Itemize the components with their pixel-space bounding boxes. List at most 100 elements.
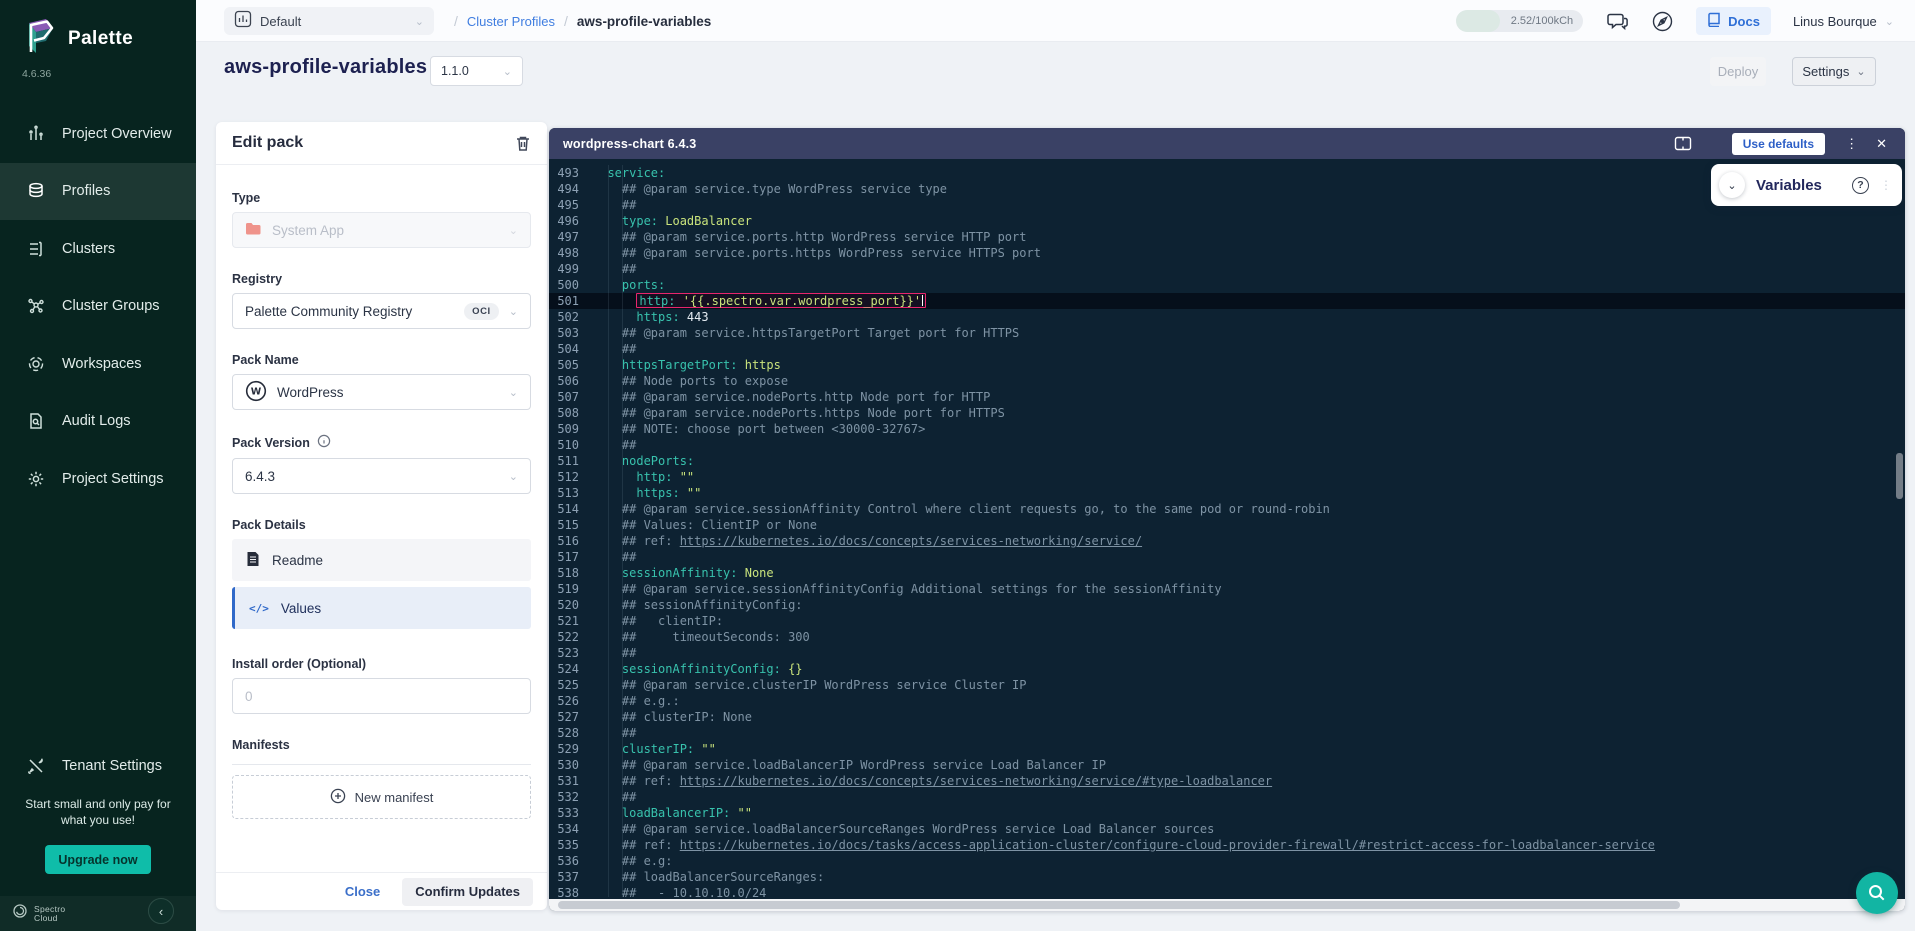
tab-values[interactable]: </> Values: [232, 587, 531, 629]
code-line[interactable]: 535 ## ref: https://kubernetes.io/docs/t…: [549, 837, 1905, 853]
code-line[interactable]: 513 https: "": [549, 485, 1905, 501]
deploy-button[interactable]: Deploy: [1710, 57, 1766, 86]
code-line[interactable]: 494 ## @param service.type WordPress ser…: [549, 181, 1905, 197]
sidebar-item-workspaces[interactable]: Workspaces: [0, 335, 196, 393]
code-line[interactable]: 514 ## @param service.sessionAffinity Co…: [549, 501, 1905, 517]
help-search-fab[interactable]: [1856, 872, 1898, 914]
split-view-icon[interactable]: [1674, 136, 1692, 151]
code-line[interactable]: 508 ## @param service.nodePorts.https No…: [549, 405, 1905, 421]
sidebar-collapse-button[interactable]: ‹: [148, 898, 174, 924]
sidebar-item-profiles[interactable]: Profiles: [0, 163, 196, 221]
compass-icon[interactable]: [1651, 10, 1674, 33]
code-line[interactable]: 528 ##: [549, 725, 1905, 741]
code-line[interactable]: 503 ## @param service.httpsTargetPort Ta…: [549, 325, 1905, 341]
code-line[interactable]: 511 nodePorts:: [549, 453, 1905, 469]
code-line[interactable]: 518 sessionAffinity: None: [549, 565, 1905, 581]
code-line[interactable]: 505 httpsTargetPort: https: [549, 357, 1905, 373]
docs-button[interactable]: Docs: [1696, 7, 1771, 35]
code-line[interactable]: 530 ## @param service.loadBalancerIP Wor…: [549, 757, 1905, 773]
install-order-label: Install order (Optional): [232, 657, 531, 671]
code-line[interactable]: 501 http: '{{.spectro.var.wordpress_port…: [549, 293, 1905, 309]
code-line[interactable]: 527 ## clusterIP: None: [549, 709, 1905, 725]
info-icon[interactable]: [317, 434, 331, 451]
code-line[interactable]: 515 ## Values: ClientIP or None: [549, 517, 1905, 533]
code-line[interactable]: 517 ##: [549, 549, 1905, 565]
vertical-scrollbar[interactable]: [1896, 453, 1903, 499]
horizontal-scrollbar-thumb[interactable]: [558, 901, 1680, 909]
code-line[interactable]: 507 ## @param service.nodePorts.http Nod…: [549, 389, 1905, 405]
pack-name-select[interactable]: W WordPress ⌄: [232, 374, 531, 410]
variables-kebab-menu-icon[interactable]: ⋮: [1880, 181, 1892, 190]
sidebar-item-tenant-settings[interactable]: Tenant Settings: [0, 744, 196, 788]
code-line[interactable]: 495 ##: [549, 197, 1905, 213]
code-line[interactable]: 532 ##: [549, 789, 1905, 805]
code-line[interactable]: 504 ##: [549, 341, 1905, 357]
code-line[interactable]: 523 ##: [549, 645, 1905, 661]
tab-readme[interactable]: Readme: [232, 539, 531, 581]
line-number: 497: [549, 229, 593, 245]
upgrade-button[interactable]: Upgrade now: [45, 845, 151, 874]
code-line[interactable]: 534 ## @param service.loadBalancerSource…: [549, 821, 1905, 837]
oci-badge: OCI: [464, 303, 499, 320]
code-line[interactable]: 497 ## @param service.ports.http WordPre…: [549, 229, 1905, 245]
tools-icon: [26, 756, 46, 776]
code-line[interactable]: 529 clusterIP: "": [549, 741, 1905, 757]
line-number: 515: [549, 517, 593, 533]
profile-version-select[interactable]: 1.1.0 ⌄: [430, 56, 523, 86]
use-defaults-button[interactable]: Use defaults: [1732, 133, 1825, 155]
settings-button[interactable]: Settings ⌄: [1792, 57, 1876, 86]
code-line[interactable]: 538 ## - 10.10.10.0/24: [549, 885, 1905, 899]
editor-kebab-menu-icon[interactable]: ⋮: [1839, 139, 1864, 149]
code-line[interactable]: 521 ## clientIP:: [549, 613, 1905, 629]
breadcrumb-cluster-profiles[interactable]: Cluster Profiles: [467, 14, 555, 29]
code-line[interactable]: 500 ports:: [549, 277, 1905, 293]
code-line[interactable]: 525 ## @param service.clusterIP WordPres…: [549, 677, 1905, 693]
sidebar-item-project-settings[interactable]: Project Settings: [0, 450, 196, 508]
line-number: 514: [549, 501, 593, 517]
code-line[interactable]: 537 ## loadBalancerSourceRanges:: [549, 869, 1905, 885]
feedback-chat-icon[interactable]: [1605, 10, 1629, 32]
install-order-input[interactable]: [232, 678, 531, 714]
code-line[interactable]: 493 service:: [549, 165, 1905, 181]
delete-pack-button[interactable]: [515, 135, 531, 152]
code-line[interactable]: 536 ## e.g:: [549, 853, 1905, 869]
code-line[interactable]: 499 ##: [549, 261, 1905, 277]
sidebar-item-project-overview[interactable]: Project Overview: [0, 105, 196, 163]
sidebar-item-audit-logs[interactable]: Audit Logs: [0, 393, 196, 451]
code-line[interactable]: 520 ## sessionAffinityConfig:: [549, 597, 1905, 613]
line-number: 524: [549, 661, 593, 677]
code-line[interactable]: 510 ##: [549, 437, 1905, 453]
code-line[interactable]: 522 ## timeoutSeconds: 300: [549, 629, 1905, 645]
registry-select[interactable]: Palette Community Registry OCI ⌄: [232, 293, 531, 329]
code-line[interactable]: 533 loadBalancerIP: "": [549, 805, 1905, 821]
code-editor[interactable]: 493 service:494 ## @param service.type W…: [549, 159, 1905, 899]
pack-details-label: Pack Details: [232, 518, 531, 532]
user-menu[interactable]: Linus Bourque ⌄: [1793, 14, 1894, 29]
sidebar-item-cluster-groups[interactable]: Cluster Groups: [0, 278, 196, 336]
line-number: 532: [549, 789, 593, 805]
code-line[interactable]: 531 ## ref: https://kubernetes.io/docs/c…: [549, 773, 1905, 789]
code-line[interactable]: 496 type: LoadBalancer: [549, 213, 1905, 229]
code-line[interactable]: 512 http: "": [549, 469, 1905, 485]
editor-close-icon[interactable]: ✕: [1872, 136, 1891, 152]
variables-help-icon[interactable]: ?: [1852, 177, 1869, 194]
new-manifest-button[interactable]: New manifest: [232, 775, 531, 819]
horizontal-scrollbar-track[interactable]: [549, 899, 1905, 911]
code-line[interactable]: 509 ## NOTE: choose port between <30000-…: [549, 421, 1905, 437]
line-number: 537: [549, 869, 593, 885]
pack-version-select[interactable]: 6.4.3 ⌄: [232, 458, 531, 494]
code-line[interactable]: 498 ## @param service.ports.https WordPr…: [549, 245, 1905, 261]
close-button[interactable]: Close: [345, 884, 380, 899]
variables-expand-chevron-icon[interactable]: ⌄: [1719, 172, 1745, 198]
code-line[interactable]: 524 sessionAffinityConfig: {}: [549, 661, 1905, 677]
code-line[interactable]: 506 ## Node ports to expose: [549, 373, 1905, 389]
code-line[interactable]: 519 ## @param service.sessionAffinityCon…: [549, 581, 1905, 597]
code-line[interactable]: 502 https: 443: [549, 309, 1905, 325]
palette-logo[interactable]: Palette: [20, 16, 133, 61]
sidebar-item-clusters[interactable]: Clusters: [0, 220, 196, 278]
code-line[interactable]: 516 ## ref: https://kubernetes.io/docs/c…: [549, 533, 1905, 549]
project-scope-selector[interactable]: Default ⌄: [224, 7, 434, 35]
user-name: Linus Bourque: [1793, 14, 1877, 29]
confirm-updates-button[interactable]: Confirm Updates: [402, 878, 533, 906]
code-line[interactable]: 526 ## e.g.:: [549, 693, 1905, 709]
